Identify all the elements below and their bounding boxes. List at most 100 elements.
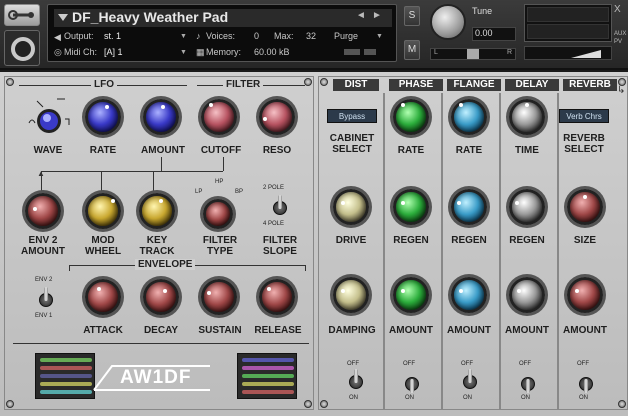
drive-knob[interactable] [333, 189, 369, 225]
filter-section-title: FILTER [223, 79, 264, 90]
close-icon[interactable]: X [614, 4, 621, 15]
next-arrow-icon[interactable]: ► [372, 10, 382, 21]
midi-label: Midi Ch: [64, 47, 98, 57]
tune-value[interactable]: 0.00 [472, 27, 516, 41]
aux-label[interactable]: AUX [614, 30, 626, 38]
cutoff-label: CUTOFF [200, 145, 242, 156]
phase-rate-knob[interactable] [393, 99, 429, 135]
phase-bypass-switch[interactable] [405, 371, 419, 395]
pan-left-label: L [434, 49, 438, 56]
phase-rate-label: RATE [397, 145, 425, 156]
reverb-select-dropdown[interactable]: Verb Chrs [559, 109, 609, 123]
dist-off-label: OFF [347, 361, 359, 367]
flange-amount-label: AMOUNT [447, 325, 491, 336]
lfo-rate-knob[interactable] [85, 99, 121, 135]
memory-label: Memory: [206, 47, 242, 57]
reverb-off-label: OFF [577, 361, 589, 367]
delay-regen-knob[interactable] [509, 189, 545, 225]
midi-channel-select[interactable]: [A] 1 [104, 47, 123, 57]
decay-label: DECAY [143, 325, 179, 336]
sustain-knob[interactable] [201, 279, 237, 315]
flange-regen-knob[interactable] [451, 189, 487, 225]
delay-on-label: ON [521, 395, 530, 401]
mod-wheel-label: MOD WHEEL [84, 235, 122, 257]
vent-grille [237, 353, 297, 399]
key-track-knob[interactable] [139, 193, 175, 229]
volume-slider[interactable] [524, 46, 612, 60]
screw-icon [320, 78, 328, 86]
release-label: RELEASE [254, 325, 302, 336]
cabinet-select-dropdown[interactable]: Bypass [327, 109, 377, 123]
tune-knob[interactable] [430, 4, 466, 40]
delay-off-label: OFF [519, 361, 531, 367]
release-knob[interactable] [259, 279, 295, 315]
mute-button[interactable]: M [404, 40, 420, 60]
max-voices-value[interactable]: 32 [306, 31, 316, 41]
hp-label: HP [215, 179, 224, 185]
flange-on-label: ON [463, 395, 472, 401]
mod-wheel-knob[interactable] [85, 193, 121, 229]
attack-label: ATTACK [83, 325, 123, 336]
tune-label: Tune [472, 6, 493, 16]
env2-amount-label: ENV 2 AMOUNT [21, 235, 65, 257]
instrument-icon[interactable] [4, 30, 40, 66]
drive-label: DRIVE [335, 235, 367, 246]
screw-icon [6, 400, 14, 408]
delay-amount-knob[interactable] [509, 277, 545, 313]
attack-knob[interactable] [85, 279, 121, 315]
filter-slope-switch[interactable] [273, 195, 287, 219]
pan-handle[interactable] [467, 49, 479, 59]
voices-value: 0 [254, 31, 260, 41]
cutoff-knob[interactable] [201, 99, 237, 135]
purge-button[interactable]: Purge [334, 31, 358, 41]
bp-label: BP [235, 189, 244, 195]
phase-on-label: ON [405, 395, 414, 401]
dist-on-label: ON [349, 395, 358, 401]
decay-knob[interactable] [143, 279, 179, 315]
solo-button[interactable]: S [404, 6, 420, 26]
dist-bypass-switch[interactable] [349, 369, 363, 393]
purge-dropdown-icon[interactable]: ▼ [376, 33, 383, 40]
reverb-amount-knob[interactable] [567, 277, 603, 313]
delay-bypass-switch[interactable] [521, 371, 535, 395]
flange-regen-label: REGEN [451, 235, 487, 246]
prev-arrow-icon[interactable]: ◄ [356, 10, 366, 21]
synth-panel: LFO FILTER WAVE RATE AMOUNT CUTOFF RESO … [4, 76, 314, 410]
flange-rate-knob[interactable] [451, 99, 487, 135]
wrench-icon[interactable] [4, 4, 40, 26]
instrument-name[interactable]: DF_Heavy Weather Pad [72, 9, 228, 25]
midi-dropdown-icon[interactable]: ▼ [180, 49, 187, 56]
pv-label[interactable]: PV [614, 38, 626, 46]
pan-right-label: R [506, 49, 512, 56]
damping-knob[interactable] [333, 277, 369, 313]
screw-icon [304, 400, 312, 408]
midi-icon: ◎ [54, 47, 62, 57]
pan-slider[interactable]: L R [430, 48, 516, 60]
phase-regen-knob[interactable] [393, 189, 429, 225]
flange-bypass-switch[interactable] [463, 369, 477, 393]
effects-panel: DIST PHASE FLANGE DELAY REVERB ↳ Bypass … [318, 76, 628, 410]
env2-amount-knob[interactable] [25, 193, 61, 229]
damping-label: DAMPING [328, 325, 376, 336]
mod-route-line [41, 171, 223, 172]
envelope-select-switch[interactable] [39, 287, 53, 311]
output-dropdown-icon[interactable]: ▼ [180, 33, 187, 40]
flange-section-title: FLANGE [447, 79, 501, 91]
output-select[interactable]: st. 1 [104, 31, 184, 41]
flange-amount-knob[interactable] [451, 277, 487, 313]
wave-selector[interactable] [27, 95, 73, 145]
logo-text: AW1DF [120, 367, 192, 388]
screw-icon [6, 78, 14, 86]
phase-section-title: PHASE [389, 79, 443, 91]
delay-amount-label: AMOUNT [505, 325, 549, 336]
key-track-label: KEY TRACK [139, 235, 175, 257]
phase-regen-label: REGEN [393, 235, 429, 246]
lfo-section-title: LFO [91, 79, 117, 90]
purge-indicator [364, 49, 376, 55]
cabinet-select-label: CABINET SELECT [329, 133, 375, 155]
memory-value: 60.00 kB [254, 47, 290, 57]
filter-type-knob[interactable] [203, 199, 233, 229]
collapse-icon[interactable] [58, 14, 68, 21]
reverb-bypass-switch[interactable] [579, 371, 593, 395]
phase-amount-knob[interactable] [393, 277, 429, 313]
